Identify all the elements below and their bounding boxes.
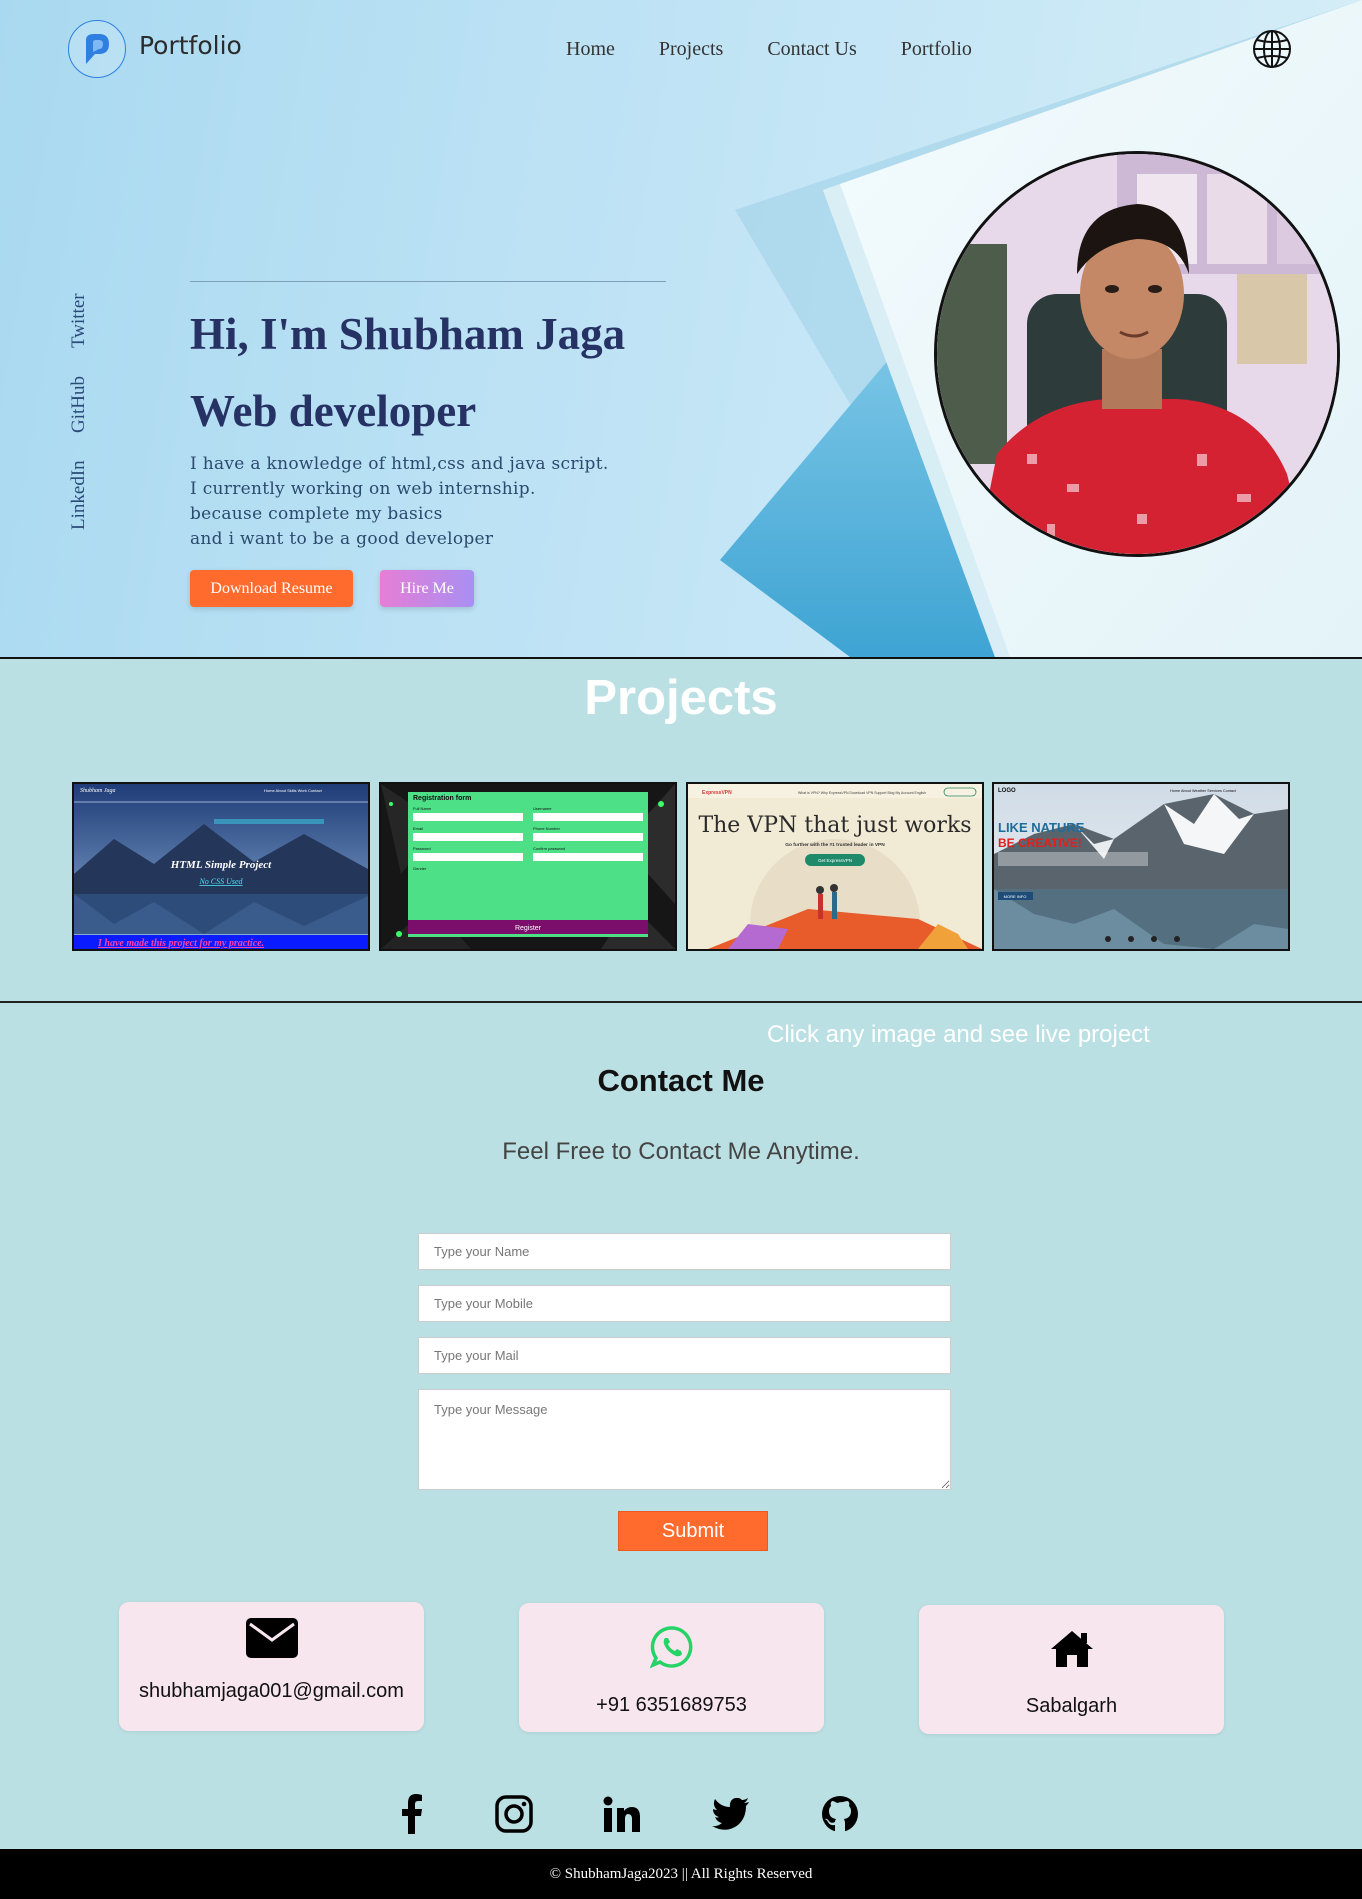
github-link[interactable]: GitHub [68,376,90,433]
svg-text:Password: Password [413,846,431,851]
main-nav: Home Projects Contact Us Portfolio [566,38,1016,61]
project-1-footer: I have made this project for my practice… [97,938,264,949]
nav-portfolio[interactable]: Portfolio [901,38,972,61]
email-text: shubhamjaga001@gmail.com [139,1680,404,1702]
project-thumbnail-html-simple[interactable]: Shubham Jaga Home About Skills Work Cont… [72,782,370,951]
footer: © ShubhamJaga2023 || All Rights Reserved [0,1849,1362,1899]
hero-subtitle: Web developer [190,386,477,436]
project-thumbnail-registration-form[interactable]: Registration form Full Name Username Emai… [379,782,677,951]
hero-description-line: and i want to be a good developer [190,529,494,549]
hero-section: Portfolio Home Projects Contact Us Portf… [0,0,1362,657]
svg-text:What is VPN? Why ExpressVPN: What is VPN? Why ExpressVPN Download VPN… [798,791,926,795]
svg-text:Home About Skills Work: Home About Skills Work Contact [264,788,323,793]
address-text: Sabalgarh [1025,1695,1118,1717]
nav-projects[interactable]: Projects [659,38,723,61]
phone-icon-wrap [519,1625,824,1669]
project-1-image: Shubham Jaga Home About Skills Work Cont… [74,784,368,949]
project-4-image: LOGO Home About Weather Services Contact… [994,784,1288,949]
project-2-image: Registration form Full Name Username Emai… [381,784,675,949]
whatsapp-icon [649,1626,692,1669]
hero-description-line: I have a knowledge of html,css and java … [190,454,609,474]
project-2-button: Register [515,925,542,932]
project-3-sub: Go further with the #1 trusted leader in… [785,842,885,848]
message-input[interactable] [418,1389,951,1490]
profile-photo [934,151,1340,557]
social-icons-row [0,1792,1362,1838]
email-icon-wrap [119,1618,424,1658]
linkedin-icon[interactable] [600,1792,644,1836]
project-4-sub: BE CREATIVE! [998,836,1082,850]
twitter-icon[interactable] [709,1792,753,1836]
project-1-logo: Shubham Jaga [80,788,116,794]
contact-subtitle: Feel Free to Contact Me Anytime. [502,1138,860,1165]
hero-description: I have a knowledge of html,css and java … [190,452,609,552]
logo[interactable] [68,20,126,78]
hero-bottom-border [0,657,1362,659]
hero-description-line: because complete my basics [190,504,443,524]
mail-input[interactable] [418,1337,951,1374]
project-2-heading: Registration form [413,795,471,802]
projects-title: Projects [584,671,778,725]
project-4-heading: LIKE NATURE [998,820,1085,835]
svg-text:Confirm password: Confirm password [533,846,565,851]
contact-title: Contact Me [597,1063,765,1098]
linkedin-link[interactable]: LinkedIn [68,460,90,530]
svg-text:Full Name: Full Name [413,806,432,811]
github-icon[interactable] [818,1792,862,1836]
projects-note: Click any image and see live project [767,1021,1150,1048]
svg-text:Email: Email [413,826,423,831]
vertical-social-links: Twitter GitHub LinkedIn [68,290,92,530]
globe-icon[interactable] [1252,29,1292,69]
nav-home[interactable]: Home [566,38,615,61]
name-input[interactable] [418,1233,951,1270]
hero-title: Hi, I'm Shubham Jaga [190,309,626,359]
logo-text[interactable]: Portfolio [139,31,242,60]
facebook-icon[interactable] [390,1792,434,1836]
project-4-button: MORE INFO [1004,894,1027,899]
envelope-icon [245,1618,298,1658]
project-3-heading: The VPN that just works [698,813,971,838]
project-1-heading: HTML Simple Project [170,859,272,871]
nav-contact[interactable]: Contact Us [767,38,856,61]
project-3-button: Get ExpressVPN [818,858,852,863]
phone-card: +91 6351689753 [519,1603,824,1732]
address-icon-wrap [919,1629,1224,1669]
hire-me-button[interactable]: Hire Me [380,570,474,607]
svg-text:Phone Number: Phone Number [533,826,561,831]
profile-photo-image [937,154,1337,554]
project-3-logo: ExpressVPN [702,790,732,796]
svg-text:Username: Username [533,806,552,811]
twitter-link[interactable]: Twitter [68,293,90,348]
project-3-image: ExpressVPN What is VPN? Why ExpressVPN D… [688,784,982,949]
logo-icon [86,34,109,64]
project-1-sub: No CSS Used [198,877,243,886]
submit-button[interactable]: Submit [618,1511,768,1551]
svg-text:Gender: Gender [413,866,427,871]
svg-text:Home About Weather Servi: Home About Weather Services Contact [1170,789,1237,793]
hero-divider [190,281,666,282]
project-thumbnail-nature[interactable]: LOGO Home About Weather Services Contact… [992,782,1290,951]
instagram-icon[interactable] [492,1792,536,1836]
email-card: shubhamjaga001@gmail.com [119,1602,424,1731]
hero-description-line: I currently working on web internship. [190,479,536,499]
download-resume-button[interactable]: Download Resume [190,570,353,607]
home-icon [1050,1631,1093,1667]
address-card: Sabalgarh [919,1605,1224,1734]
mobile-input[interactable] [418,1285,951,1322]
projects-bottom-border [0,1001,1362,1003]
project-4-logo: LOGO [998,788,1016,794]
project-thumbnail-vpn[interactable]: ExpressVPN What is VPN? Why ExpressVPN D… [686,782,984,951]
phone-text: +91 6351689753 [596,1694,747,1716]
